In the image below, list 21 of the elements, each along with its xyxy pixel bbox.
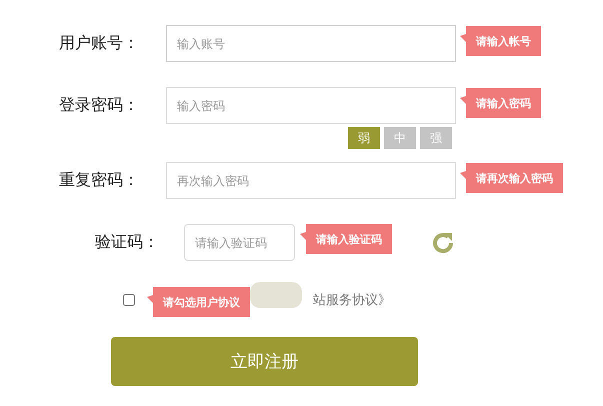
field-label: 重复密码： xyxy=(59,170,140,191)
error-tooltip: 请再次输入密码 xyxy=(460,163,563,193)
refresh-icon[interactable] xyxy=(431,230,455,254)
error-tooltip: 请输入验证码 xyxy=(300,224,392,254)
register-button[interactable]: 立即注册 xyxy=(111,337,418,386)
redacted-patch xyxy=(250,282,302,308)
error-tooltip: 请输入帐号 xyxy=(460,26,541,56)
error-tooltip: 请勾选用户协议 xyxy=(147,287,250,317)
field-label: 登录密码： xyxy=(59,95,140,116)
strength-level: 中 xyxy=(384,127,416,149)
input-field[interactable]: 输入账号 xyxy=(166,25,456,62)
input-field[interactable]: 请输入验证码 xyxy=(184,224,295,261)
agreement-checkbox[interactable] xyxy=(123,294,135,306)
strength-level: 弱 xyxy=(348,127,380,149)
strength-level: 强 xyxy=(420,127,452,149)
field-label: 验证码： xyxy=(95,232,160,253)
input-field[interactable]: 再次输入密码 xyxy=(166,162,456,199)
input-field[interactable]: 输入密码 xyxy=(166,87,456,124)
error-tooltip: 请输入密码 xyxy=(460,88,541,118)
agreement-link[interactable]: 站服务协议》 xyxy=(313,291,391,309)
field-label: 用户账号： xyxy=(59,33,140,54)
